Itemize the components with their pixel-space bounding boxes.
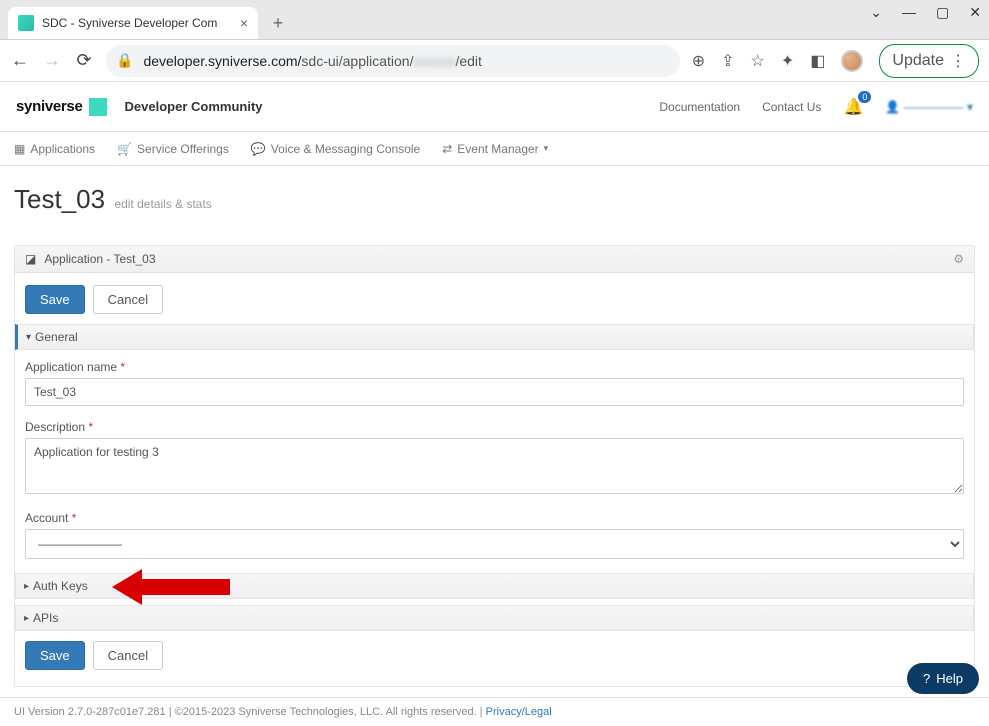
section-apis[interactable]: ▸ APIs [15, 605, 974, 631]
chevron-right-icon: ▸ [24, 581, 29, 592]
forward-icon: → [42, 50, 62, 71]
sidepanel-icon[interactable]: ◧ [810, 51, 825, 71]
zoom-icon[interactable]: ⊕ [692, 51, 705, 71]
page-subtitle: edit details & stats [114, 197, 211, 211]
brand-subtitle: Developer Community [125, 99, 263, 114]
url-text: developer.syniverse.com/sdc-ui/applicati… [143, 53, 482, 69]
brand[interactable]: syniverse Developer Community [16, 98, 263, 116]
page-body: Test_03 edit details & stats ◪ Applicati… [0, 166, 989, 697]
account-label: Account * [25, 511, 964, 525]
close-tab-icon[interactable]: × [240, 15, 248, 31]
omnibox-actions: ⊕ ⇪ ☆ ✦ ◧ Update ⋮ [692, 44, 979, 78]
user-menu[interactable]: 👤 ————— ▾ [885, 100, 973, 114]
application-name-label: Application name * [25, 360, 964, 374]
footer: UI Version 2.7.0-287c01e7.281 | ©2015-20… [0, 697, 989, 726]
ui-version: UI Version 2.7.0-287c01e7.281 [14, 706, 166, 718]
description-textarea[interactable]: Application for testing 3 [25, 438, 964, 494]
app-header: syniverse Developer Community Documentat… [0, 82, 989, 132]
share-icon[interactable]: ⇪ [721, 51, 734, 71]
help-button[interactable]: ? Help [907, 663, 979, 694]
notification-badge: 0 [858, 91, 871, 103]
save-button-bottom[interactable]: Save [25, 641, 85, 670]
caret-down-icon[interactable]: ⌄ [870, 4, 882, 21]
nav-service-offerings[interactable]: 🛒 Service Offerings [117, 142, 229, 156]
browser-tab-strip: SDC - Syniverse Developer Com × + ⌄ — ▢ … [0, 0, 989, 40]
browser-update-button[interactable]: Update ⋮ [879, 44, 979, 78]
profile-avatar-icon[interactable] [841, 50, 863, 72]
panel-title: Application - Test_03 [44, 252, 155, 266]
expand-icon[interactable]: ◪ [25, 252, 36, 266]
brand-logo-icon [89, 98, 107, 116]
field-account: Account * ——————— [25, 511, 964, 559]
gear-icon[interactable]: ⚙ [953, 252, 964, 266]
section-auth-keys[interactable]: ▸ Auth Keys [15, 573, 974, 599]
app-nav: ▦ Applications 🛒 Service Offerings 💬 Voi… [0, 132, 989, 166]
section-general[interactable]: ▾ General [15, 324, 974, 350]
chevron-down-icon: ▾ [26, 332, 31, 343]
contact-link[interactable]: Contact Us [762, 100, 821, 114]
maximize-icon[interactable]: ▢ [936, 4, 949, 21]
reload-icon[interactable]: ⟳ [74, 50, 94, 71]
extensions-icon[interactable]: ✦ [781, 51, 794, 71]
browser-toolbar: ← → ⟳ 🔒 developer.syniverse.com/sdc-ui/a… [0, 40, 989, 82]
notifications-button[interactable]: 🔔0 [843, 97, 863, 117]
browser-tab[interactable]: SDC - Syniverse Developer Com × [8, 7, 258, 39]
field-description: Description * Application for testing 3 [25, 420, 964, 497]
close-window-icon[interactable]: ✕ [969, 4, 981, 21]
account-select[interactable]: ——————— [25, 529, 964, 559]
address-bar[interactable]: 🔒 developer.syniverse.com/sdc-ui/applica… [106, 45, 680, 77]
tab-title: SDC - Syniverse Developer Com [42, 16, 232, 30]
brand-wordmark: syniverse [16, 98, 83, 115]
docs-link[interactable]: Documentation [659, 100, 740, 114]
nav-event-manager[interactable]: ⇄ Event Manager ▾ [442, 142, 548, 156]
nav-applications[interactable]: ▦ Applications [14, 142, 95, 156]
nav-voice-messaging[interactable]: 💬 Voice & Messaging Console [251, 142, 420, 156]
back-icon[interactable]: ← [10, 50, 30, 71]
minimize-icon[interactable]: — [902, 4, 916, 21]
window-controls: ⌄ — ▢ ✕ [870, 4, 981, 21]
lock-icon: 🔒 [116, 52, 133, 69]
description-label: Description * [25, 420, 964, 434]
field-application-name: Application name * [25, 360, 964, 406]
save-button[interactable]: Save [25, 285, 85, 314]
application-panel: ◪ Application - Test_03 ⚙ Save Cancel ▾ … [14, 245, 975, 687]
copyright: ©2015-2023 Syniverse Technologies, LLC. … [175, 706, 477, 718]
bookmark-star-icon[interactable]: ☆ [751, 51, 765, 71]
help-icon: ? [923, 671, 930, 686]
new-tab-button[interactable]: + [264, 9, 292, 37]
cancel-button[interactable]: Cancel [93, 285, 163, 314]
application-name-input[interactable] [25, 378, 964, 406]
page-heading: Test_03 edit details & stats [14, 184, 975, 215]
chevron-right-icon: ▸ [24, 613, 29, 624]
favicon-icon [18, 15, 34, 31]
chevron-down-icon: ▾ [544, 143, 549, 154]
panel-header: ◪ Application - Test_03 ⚙ [15, 246, 974, 273]
cancel-button-bottom[interactable]: Cancel [93, 641, 163, 670]
privacy-link[interactable]: Privacy/Legal [486, 706, 552, 718]
page-title: Test_03 [14, 184, 105, 214]
